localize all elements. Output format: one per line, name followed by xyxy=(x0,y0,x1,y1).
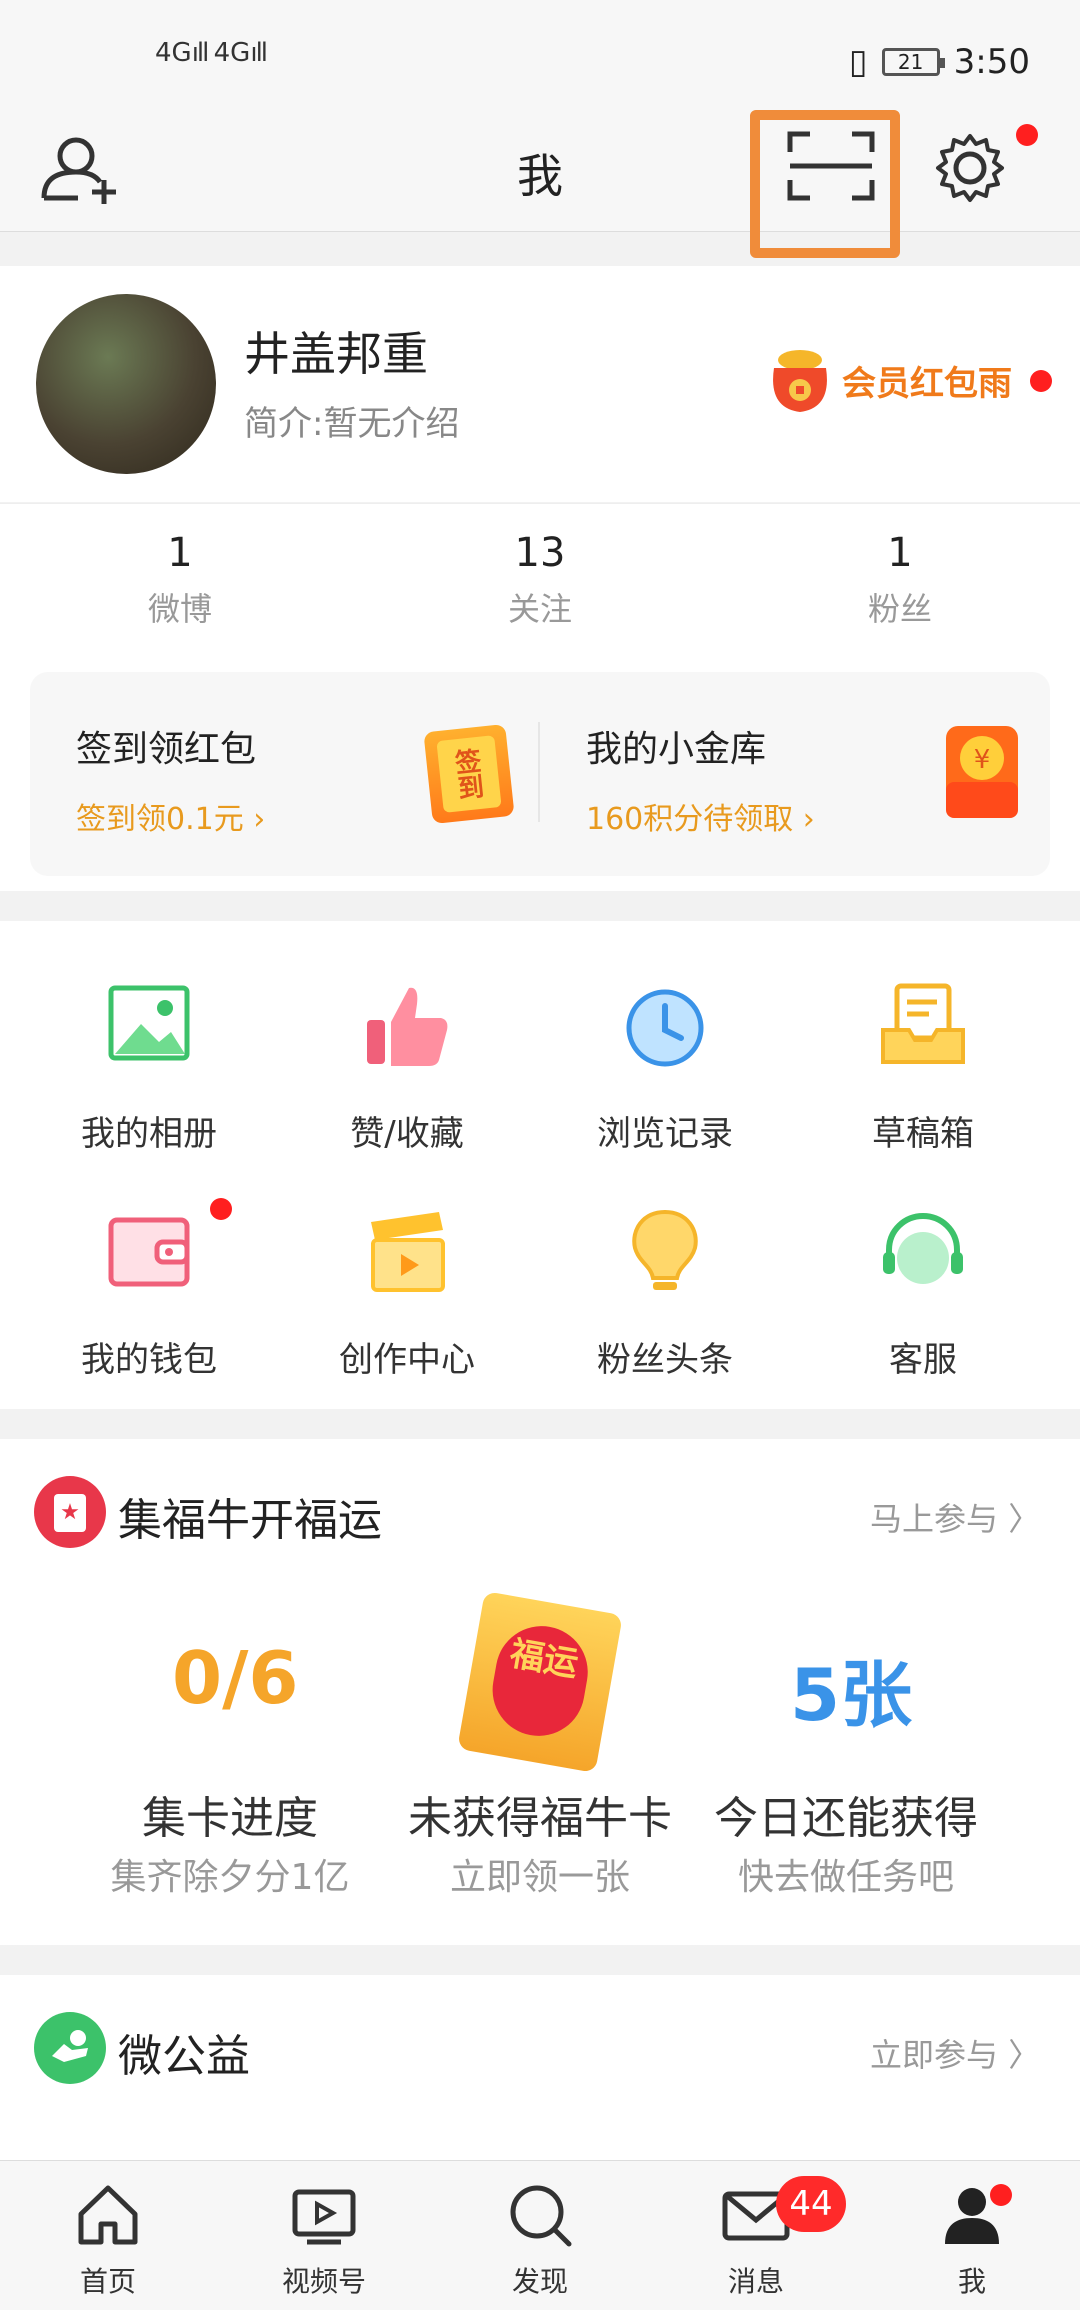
grid-item-history[interactable]: 浏览记录 xyxy=(535,978,795,1155)
message-count-badge: 44 xyxy=(776,2176,846,2232)
me-notification-dot xyxy=(990,2184,1012,2206)
vault-link[interactable]: 160积分待领取 › xyxy=(586,794,815,838)
fu-today-sub: 快去做任务吧 xyxy=(737,1857,954,1898)
grid-item-fan-headlines[interactable]: 粉丝头条 xyxy=(535,1204,795,1381)
wallet-notification-dot xyxy=(210,1198,232,1220)
photo-album-icon xyxy=(108,985,190,1061)
checkin-icon[interactable]: 签到 xyxy=(423,723,515,825)
tab-label: 我 xyxy=(957,2265,986,2298)
grid-item-album[interactable]: 我的相册 xyxy=(19,978,279,1155)
status-bar: 4Gıll 4Gıll ▯ 21 3:50 xyxy=(0,0,1080,120)
user-bio: 简介:暂无介绍 xyxy=(244,404,460,444)
fu-participate-link[interactable]: 马上参与 〉 xyxy=(870,1494,1040,1540)
tab-home[interactable]: 首页 xyxy=(28,2180,188,2300)
charity-icon xyxy=(34,2012,106,2084)
checkin-link[interactable]: 签到领0.1元 › xyxy=(76,794,265,838)
grid-item-creator-center[interactable]: 创作中心 xyxy=(277,1204,537,1381)
grid-item-wallet[interactable]: 我的钱包 xyxy=(19,1204,279,1381)
stat-label: 关注 xyxy=(507,590,572,628)
tab-video[interactable]: 视频号 xyxy=(244,2180,404,2300)
stat-followers[interactable]: 1 粉丝 xyxy=(780,530,1020,630)
clapperboard-icon xyxy=(371,1212,445,1292)
grid-item-label: 草稿箱 xyxy=(872,1114,974,1154)
stat-weibo[interactable]: 1 微博 xyxy=(60,530,300,630)
svg-text:¥: ¥ xyxy=(974,745,991,775)
vibrate-icon: ▯ xyxy=(848,42,868,82)
drafts-inbox-icon xyxy=(881,983,965,1064)
grid-item-drafts[interactable]: 草稿箱 xyxy=(793,978,1053,1155)
stat-label: 粉丝 xyxy=(867,590,932,628)
fu-progress-sub: 集齐除夕分1亿 xyxy=(110,1857,350,1898)
tab-discover[interactable]: 发现 xyxy=(460,2180,620,2300)
fu-progress-label: 集卡进度 xyxy=(142,1793,318,1844)
avatar[interactable] xyxy=(36,294,216,474)
tab-label: 发现 xyxy=(511,2265,568,2298)
promo-divider xyxy=(538,722,540,822)
chevron-right-icon: 〉 xyxy=(1008,1500,1041,1538)
fu-progress-value: 0/6 xyxy=(172,1636,299,1720)
stat-value: 13 xyxy=(514,530,566,576)
stat-value: 1 xyxy=(167,530,193,576)
grid-item-label: 客服 xyxy=(889,1340,957,1380)
grid-item-label: 浏览记录 xyxy=(597,1114,733,1154)
video-icon xyxy=(292,2189,356,2245)
clock-history-icon xyxy=(626,989,704,1067)
signal-right-label: 4G xyxy=(213,38,251,68)
clock: 3:50 xyxy=(953,42,1030,82)
thumbs-up-icon xyxy=(367,987,448,1066)
promo-box xyxy=(30,672,1050,876)
heart-hand-icon xyxy=(52,2030,88,2062)
settings-gear-icon[interactable] xyxy=(934,132,1006,204)
fu-participate-label: 马上参与 xyxy=(870,1500,999,1538)
battery-icon: 21 xyxy=(881,48,945,76)
wallet-icon xyxy=(108,1217,190,1287)
scan-icon[interactable] xyxy=(786,130,876,202)
signal-indicators: 4Gıll 4Gıll xyxy=(155,38,268,68)
status-right: ▯ 21 3:50 xyxy=(849,42,1030,82)
fu-section-title: 集福牛开福运 xyxy=(118,1495,382,1546)
checkin-title[interactable]: 签到领红包 xyxy=(76,720,256,772)
grid-item-label: 粉丝头条 xyxy=(597,1340,733,1380)
grid-item-label: 我的钱包 xyxy=(81,1340,217,1380)
fu-today-value: 5张 xyxy=(790,1653,913,1737)
grid-item-label: 创作中心 xyxy=(339,1340,475,1380)
headset-icon xyxy=(883,1212,963,1284)
tab-me[interactable]: 我 xyxy=(892,2180,1052,2300)
fu-card-link[interactable]: 立即领一张 xyxy=(380,1848,700,1900)
stat-value: 1 xyxy=(887,530,913,576)
settings-notification-dot xyxy=(1016,124,1038,146)
add-friend-icon[interactable] xyxy=(38,132,124,204)
search-icon xyxy=(510,2185,572,2247)
vip-redpacket-rain-link[interactable]: 会员红包雨 xyxy=(842,356,1012,405)
tab-label: 视频号 xyxy=(281,2265,366,2298)
grid-item-label: 我的相册 xyxy=(81,1114,217,1154)
grid-item-likes[interactable]: 赞/收藏 xyxy=(277,978,537,1155)
stat-following[interactable]: 13 关注 xyxy=(420,530,660,630)
money-bag-icon[interactable] xyxy=(760,338,840,418)
lightbulb-icon xyxy=(632,1209,698,1290)
fu-card-icon: ★ xyxy=(34,1476,106,1548)
signal-left-label: 4G xyxy=(155,38,192,68)
fu-card-label: 未获得福牛卡 xyxy=(408,1793,672,1844)
stat-label: 微博 xyxy=(147,590,212,628)
charity-participate-link[interactable]: 立即参与 〉 xyxy=(870,2030,1040,2076)
grid-item-label: 赞/收藏 xyxy=(350,1114,464,1154)
username[interactable]: 井盖邦重 xyxy=(244,318,428,384)
home-icon xyxy=(78,2185,138,2245)
vip-notification-dot xyxy=(1030,370,1052,392)
tab-label: 首页 xyxy=(79,2265,136,2298)
fu-today-label: 今日还能获得 xyxy=(714,1793,978,1844)
vault-title[interactable]: 我的小金库 xyxy=(586,720,766,772)
chevron-right-icon: 〉 xyxy=(1008,2036,1041,2074)
grid-item-customer-service[interactable]: 客服 xyxy=(793,1204,1053,1381)
fu-card-image-text: 福运 xyxy=(485,1618,596,1744)
charity-section-title: 微公益 xyxy=(118,2031,250,2082)
charity-participate-label: 立即参与 xyxy=(870,2036,999,2074)
gold-vault-icon[interactable]: ¥ xyxy=(944,724,1020,820)
tab-label: 消息 xyxy=(727,2265,784,2298)
fu-card-image[interactable]: 福运 xyxy=(457,1591,623,1773)
page-title: 我 xyxy=(517,149,563,203)
checkin-icon-text: 签到 xyxy=(436,735,502,813)
top-bar: 我 xyxy=(0,120,1080,232)
